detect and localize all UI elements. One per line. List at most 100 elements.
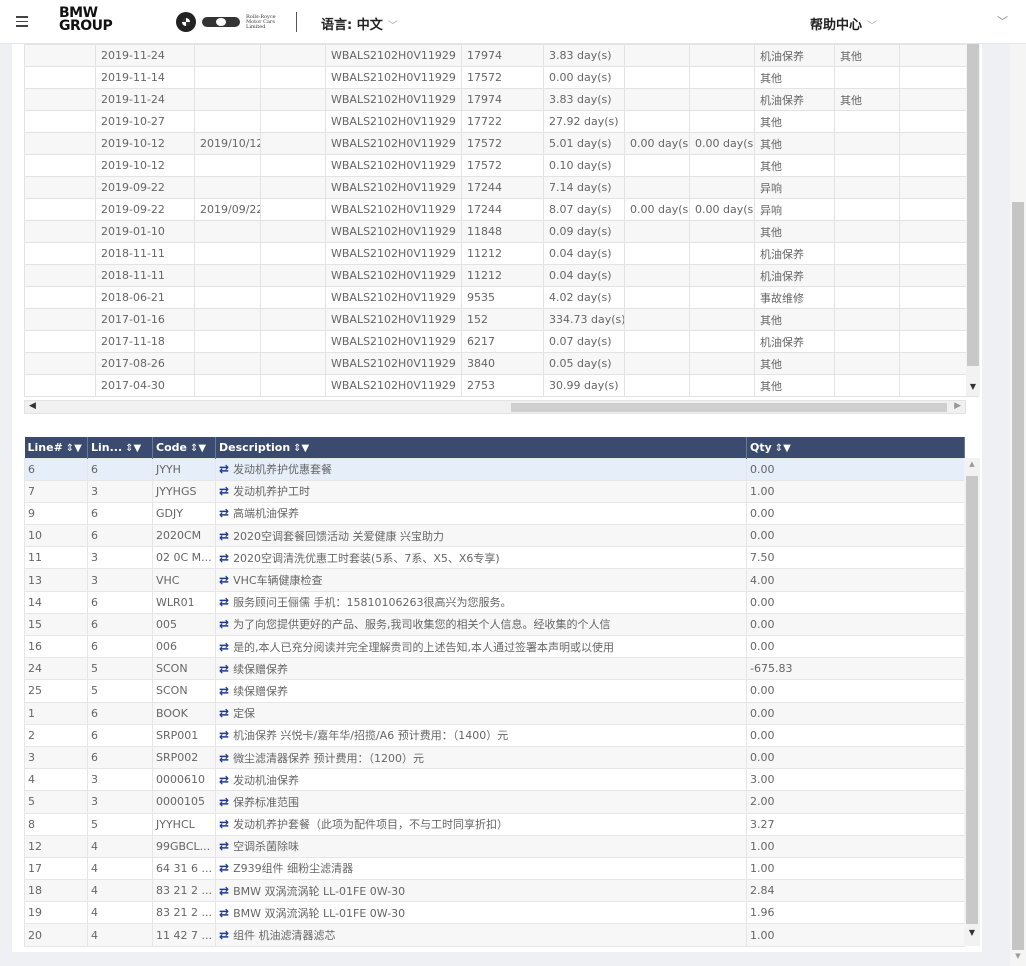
scrollbar-thumb[interactable]: [1012, 202, 1024, 950]
hamburger-menu-icon[interactable]: [14, 13, 30, 29]
column-header-description[interactable]: Description ⇕▼: [215, 437, 747, 458]
sort-filter-icon[interactable]: ⇕▼: [125, 443, 141, 454]
table-row[interactable]: 2019-09-22 WBALS2102H0V11929 17244 7.14 day…: [24, 176, 979, 199]
table-cell: [260, 110, 326, 133]
table-row[interactable]: 2019-10-12 2019/10/12 WBALS2102H0V11929 175…: [24, 132, 979, 155]
swap-arrows-icon[interactable]: ⇄: [219, 795, 229, 809]
table-cell: [260, 44, 326, 67]
table-cell: 0000610: [152, 768, 216, 792]
table-row[interactable]: 13 3 VHC ⇄ VHC车辆健康检查 4.00: [24, 568, 965, 592]
table-row[interactable]: 5 3 0000105 ⇄ 保养标准范围 2.00: [24, 790, 965, 814]
table-cell: WBALS2102H0V11929: [325, 88, 462, 111]
column-header-line-type[interactable]: Lin... ⇕▼: [87, 437, 153, 458]
table-row[interactable]: 2019-11-24 WBALS2102H0V11929 17974 3.83 day…: [24, 44, 979, 67]
swap-arrows-icon[interactable]: ⇄: [219, 551, 229, 565]
swap-arrows-icon[interactable]: ⇄: [219, 484, 229, 498]
scrollbar-thumb[interactable]: [967, 44, 979, 366]
scroll-down-icon[interactable]: ▼: [967, 382, 979, 391]
table-cell: 事故维修: [754, 286, 835, 309]
sort-filter-icon[interactable]: ⇕▼: [190, 443, 206, 454]
table-row[interactable]: 6 6 JYYH ⇄ 发动机养护优惠套餐 0.00: [24, 457, 965, 481]
account-chevron-down-icon[interactable]: ﹀: [997, 13, 1008, 29]
table-row[interactable]: 2019-10-12 WBALS2102H0V11929 17572 0.10 day…: [24, 154, 979, 177]
swap-arrows-icon[interactable]: ⇄: [219, 617, 229, 631]
repair-order-horizontal-scrollbar[interactable]: ◀ ▶: [24, 400, 966, 414]
swap-arrows-icon[interactable]: ⇄: [219, 706, 229, 720]
table-row[interactable]: 15 6 005 ⇄ 为了向您提供更好的产品、服务,我司收集您的相关个人信息。经收集的个…: [24, 612, 965, 637]
table-cell: 0.00 day(s): [689, 198, 755, 221]
table-row[interactable]: 2018-11-11 WBALS2102H0V11929 11212 0.04 day…: [24, 242, 979, 265]
table-row[interactable]: 10 6 2020CM ⇄ 2020空调套餐回馈活动 关爱健康 兴宝助力 0.00: [24, 524, 965, 548]
language-selector[interactable]: 语言: 中文 ﹀: [321, 14, 398, 33]
swap-arrows-icon[interactable]: ⇄: [219, 595, 229, 609]
scrollbar-thumb[interactable]: [511, 403, 947, 412]
sort-filter-icon[interactable]: ⇕▼: [293, 443, 309, 454]
scroll-up-icon[interactable]: ▲: [964, 460, 980, 468]
table-row[interactable]: 2017-04-30 WBALS2102H0V11929 2753 30.99 day…: [24, 374, 979, 397]
table-row[interactable]: 18 4 83 21 2 ... ⇄ BMW 双涡流涡轮 LL-01FE 0W-30 2.…: [24, 879, 965, 903]
table-row[interactable]: 16 6 006 ⇄ 是的,本人已充分阅读并完全理解贵司的上述告知,本人通过签署本声明或…: [24, 634, 965, 659]
table-row[interactable]: 14 6 WLR01 ⇄ 服务顾问王俪儒 手机：15810106263很高兴为您服务。 0…: [24, 590, 965, 614]
table-row[interactable]: 2018-11-11 WBALS2102H0V11929 11212 0.04 day…: [24, 264, 979, 287]
swap-arrows-icon[interactable]: ⇄: [219, 640, 229, 654]
table-row[interactable]: 25 5 SCON ⇄ 续保赠保养 0.00: [24, 679, 965, 703]
table-row[interactable]: 2019-09-22 2019/09/22 WBALS2102H0V11929 172…: [24, 198, 979, 221]
scroll-left-icon[interactable]: ◀: [29, 401, 36, 411]
swap-arrows-icon[interactable]: ⇄: [219, 861, 229, 875]
sort-filter-icon[interactable]: ⇕▼: [66, 443, 82, 454]
column-header-qty[interactable]: Qty ⇕▼: [746, 437, 965, 458]
table-row[interactable]: 1 6 BOOK ⇄ 定保 0.00: [24, 701, 965, 725]
table-row[interactable]: 9 6 GDJY ⇄ 高端机油保养 0.00: [24, 501, 965, 526]
scroll-right-icon[interactable]: ▶: [954, 401, 961, 411]
help-center-menu[interactable]: 帮助中心 ﹀: [810, 14, 877, 33]
table-row[interactable]: 20 4 11 42 7 ... ⇄ 组件 机油滤清器滤芯 1.00: [24, 923, 965, 947]
table-row[interactable]: 8 5 JYYHCL ⇄ 发动机养护套餐（此项为配件项目，不与工时同享折扣） 3.27: [24, 812, 965, 836]
table-cell: 3840: [461, 352, 544, 375]
table-row[interactable]: 2 6 SRP001 ⇄ 机油保养 兴悦卡/嘉年华/招揽/A6 预计费用：（1400）元…: [24, 723, 965, 747]
line-items-vertical-scrollbar[interactable]: ▲ ▼: [964, 458, 980, 946]
table-row[interactable]: 2017-08-26 WBALS2102H0V11929 3840 0.05 day(…: [24, 352, 979, 375]
swap-arrows-icon[interactable]: ⇄: [219, 928, 229, 942]
table-row[interactable]: 2019-11-24 WBALS2102H0V11929 17974 3.83 day…: [24, 88, 979, 111]
description-text: 机油保养 兴悦卡/嘉年华/招揽/A6 预计费用：（1400）元: [233, 729, 509, 743]
swap-arrows-icon[interactable]: ⇄: [219, 773, 229, 787]
repair-order-vertical-scrollbar[interactable]: ▼: [966, 44, 980, 396]
swap-arrows-icon[interactable]: ⇄: [219, 751, 229, 765]
table-row[interactable]: 17 4 64 31 6 ... ⇄ Z939组件 细粉尘滤清器 1.00: [24, 856, 965, 881]
table-row[interactable]: 3 6 SRP002 ⇄ 微尘滤清器保养 预计费用：（1200）元 0.00: [24, 745, 965, 770]
sort-filter-icon[interactable]: ⇕▼: [775, 443, 791, 454]
scrollbar-thumb[interactable]: [966, 476, 978, 924]
swap-arrows-icon[interactable]: ⇄: [219, 906, 229, 920]
table-row[interactable]: 7 3 JYYHGS ⇄ 发动机养护工时 1.00: [24, 479, 965, 503]
scroll-down-icon[interactable]: ▼: [964, 928, 980, 937]
swap-arrows-icon[interactable]: ⇄: [219, 839, 229, 853]
swap-arrows-icon[interactable]: ⇄: [219, 462, 229, 476]
table-row[interactable]: 2019-01-10 WBALS2102H0V11929 11848 0.09 day…: [24, 220, 979, 243]
swap-arrows-icon[interactable]: ⇄: [219, 684, 229, 698]
swap-arrows-icon[interactable]: ⇄: [219, 529, 229, 543]
table-row[interactable]: 11 3 02 0C M... ⇄ 2020空调清洗优惠工时套装(5系、7系、X5、X6…: [24, 546, 965, 570]
table-row[interactable]: 2017-11-18 WBALS2102H0V11929 6217 0.07 day(…: [24, 330, 979, 353]
table-cell: [624, 110, 690, 133]
description-text: 微尘滤清器保养 预计费用：（1200）元: [233, 751, 425, 765]
table-cell: 64 31 6 ...: [152, 856, 216, 881]
column-header-code[interactable]: Code ⇕▼: [152, 437, 216, 458]
table-row[interactable]: 2017-01-16 WBALS2102H0V11929 152 334.73 day…: [24, 308, 979, 331]
table-row[interactable]: 4 3 0000610 ⇄ 发动机油保养 3.00: [24, 768, 965, 792]
table-row[interactable]: 2019-11-14 WBALS2102H0V11929 17572 0.00 day…: [24, 66, 979, 89]
swap-arrows-icon[interactable]: ⇄: [219, 817, 229, 831]
table-row[interactable]: 12 4 99GBCL... ⇄ 空调杀菌除味 1.00: [24, 834, 965, 858]
table-row[interactable]: 2019-10-27 WBALS2102H0V11929 17722 27.92 da…: [24, 110, 979, 133]
swap-arrows-icon[interactable]: ⇄: [219, 506, 229, 520]
swap-arrows-icon[interactable]: ⇄: [219, 662, 229, 676]
swap-arrows-icon[interactable]: ⇄: [219, 884, 229, 898]
table-cell: 0.07 day(s): [543, 330, 625, 353]
table-row[interactable]: 24 5 SCON ⇄ 续保赠保养 -675.83: [24, 657, 965, 681]
table-row[interactable]: 2018-06-21 WBALS2102H0V11929 9535 4.02 day(…: [24, 286, 979, 309]
swap-arrows-icon[interactable]: ⇄: [219, 728, 229, 742]
column-header-line-number[interactable]: Line# ⇕▼: [24, 437, 88, 458]
table-row[interactable]: 19 4 83 21 2 ... ⇄ BMW 双涡流涡轮 LL-01FE 0W-30 1.…: [24, 901, 965, 925]
page-vertical-scrollbar[interactable]: ▼: [1010, 44, 1026, 966]
swap-arrows-icon[interactable]: ⇄: [219, 573, 229, 587]
scroll-down-icon[interactable]: ▼: [1010, 952, 1026, 960]
